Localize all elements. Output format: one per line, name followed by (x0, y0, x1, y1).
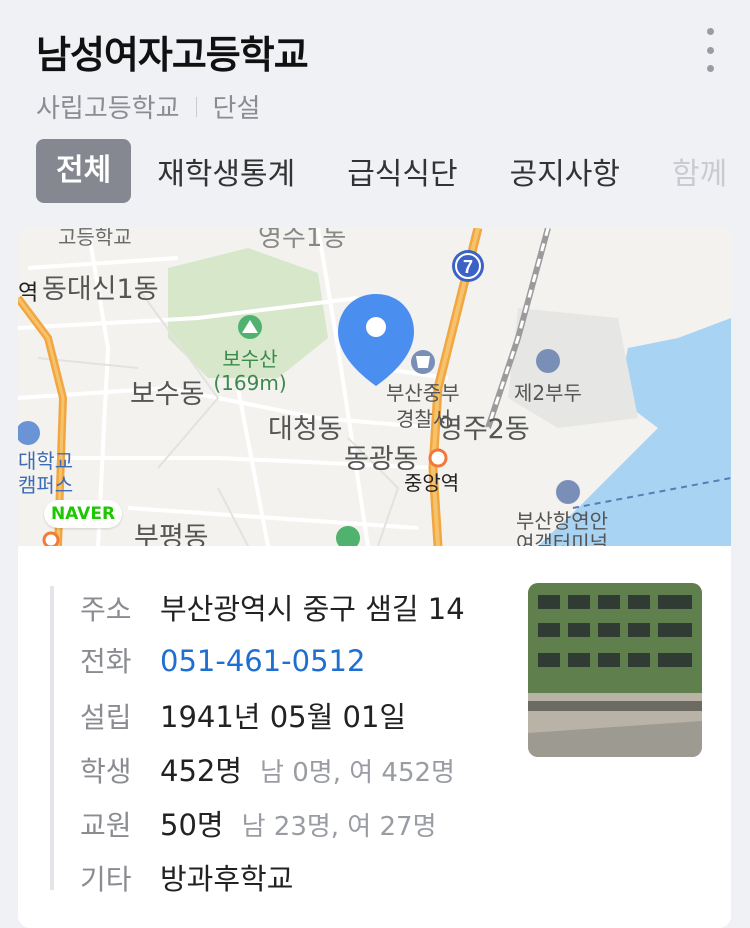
school-meta: 사립고등학교 단설 (36, 88, 260, 125)
address-label: 주소 (80, 593, 132, 626)
info-row-address: 주소 부산광역시 중구 샘길 14 (80, 586, 465, 628)
tab-student-stats[interactable]: 재학생통계 (131, 149, 321, 193)
svg-text:동대신1동: 동대신1동 (42, 274, 159, 305)
tab-bar: 전체 재학생통계 급식식단 공지사항 함께 (36, 139, 750, 203)
svg-text:부산중부: 부산중부 (386, 381, 460, 405)
more-dot (706, 46, 714, 54)
more-dot (706, 28, 714, 35)
more-options-icon[interactable] (700, 28, 720, 72)
info-row-etc: 기타 방과후학교 (80, 856, 293, 898)
svg-text:영주1동: 영주1동 (258, 228, 346, 253)
svg-text:대청동: 대청동 (268, 414, 343, 445)
tab-together[interactable]: 함께 (646, 149, 750, 193)
svg-text:여객터미널: 여객터미널 (516, 531, 608, 546)
ferry-icon (536, 349, 560, 373)
svg-text:영주2동: 영주2동 (438, 414, 530, 445)
svg-text:7: 7 (463, 257, 473, 277)
svg-text:캠퍼스: 캠퍼스 (18, 473, 73, 497)
svg-text:(169m): (169m) (213, 371, 286, 395)
school-photo[interactable] (528, 583, 702, 757)
etc-value: 방과후학교 (160, 862, 294, 896)
school-gender-type: 단설 (212, 94, 261, 124)
svg-text:제2부두: 제2부두 (514, 381, 582, 405)
svg-text:역: 역 (18, 281, 38, 306)
location-map[interactable]: 7 고등학교 동대신1동 역 보수산 (169m) 보수동 대청동 부산중부 경… (18, 228, 731, 546)
ferry-icon-2 (556, 480, 580, 504)
staff-value: 50명 (160, 808, 224, 842)
svg-text:고등학교: 고등학교 (58, 228, 132, 249)
naver-logo: NAVER (44, 500, 122, 528)
svg-text:보수동: 보수동 (130, 379, 205, 410)
school-info-card: 7 고등학교 동대신1동 역 보수산 (169m) 보수동 대청동 부산중부 경… (18, 228, 731, 928)
info-divider-bar (50, 586, 54, 890)
founded-value: 1941년 05월 01일 (160, 700, 407, 734)
more-dot (706, 65, 714, 72)
svg-text:보수산: 보수산 (222, 347, 277, 371)
map-canvas: 7 고등학교 동대신1동 역 보수산 (169m) 보수동 대청동 부산중부 경… (18, 228, 731, 546)
school-category: 사립고등학교 (36, 94, 180, 124)
students-value: 452명 (160, 754, 243, 788)
phone-label: 전화 (80, 645, 132, 678)
info-row-students: 학생 452명 남 0명, 여 452명 (80, 748, 455, 790)
station-icon (428, 448, 448, 468)
students-label: 학생 (80, 755, 132, 788)
staff-detail: 남 23명, 여 27명 (241, 812, 437, 842)
address-value[interactable]: 부산광역시 중구 샘길 14 (160, 586, 465, 628)
tab-all[interactable]: 전체 (36, 139, 132, 203)
svg-text:중앙역: 중앙역 (404, 471, 459, 495)
svg-text:대학교: 대학교 (18, 449, 73, 473)
school-photo-image (528, 583, 702, 757)
tab-meal-menu[interactable]: 급식식단 (321, 149, 483, 193)
info-row-phone: 전화 051-461-0512 (80, 640, 365, 680)
meta-divider (195, 96, 197, 117)
phone-link[interactable]: 051-461-0512 (160, 644, 365, 678)
founded-label: 설립 (80, 701, 132, 734)
page-title: 남성여자고등학교 (36, 33, 309, 77)
tab-notices[interactable]: 공지사항 (484, 149, 646, 193)
svg-text:부산항연안: 부산항연안 (516, 509, 608, 533)
etc-label: 기타 (80, 863, 132, 896)
info-row-staff: 교원 50명 남 23명, 여 27명 (80, 802, 437, 844)
info-row-founded: 설립 1941년 05월 01일 (80, 694, 406, 736)
staff-label: 교원 (80, 809, 132, 842)
students-detail: 남 0명, 여 452명 (260, 758, 455, 788)
svg-text:부평동: 부평동 (134, 522, 209, 546)
